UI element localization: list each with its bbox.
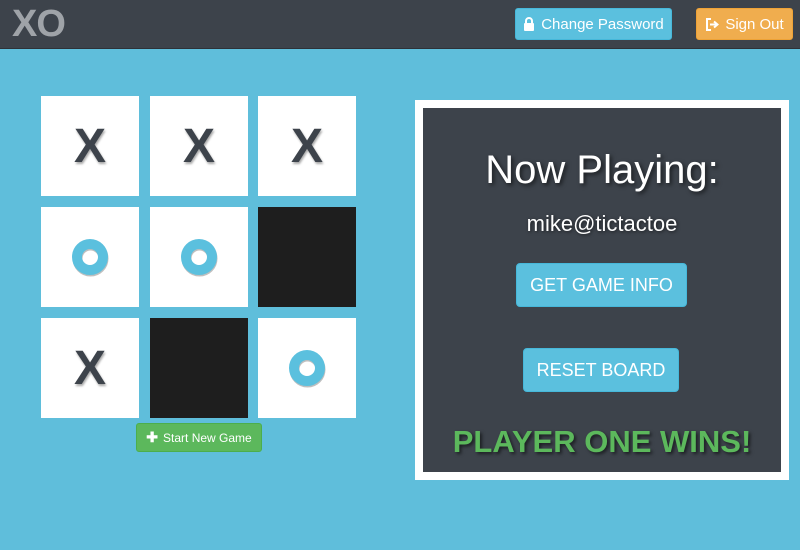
plus-icon: ✚ [146,429,159,445]
app-logo: XO [12,3,66,45]
board-cell-1[interactable]: X [150,96,248,196]
sign-out-button[interactable]: Sign Out [696,8,793,40]
x-mark: X [73,119,106,173]
o-mark [289,350,326,388]
x-mark: X [290,119,323,173]
get-game-info-button[interactable]: GET GAME INFO [516,263,687,307]
navbar: XO Change Password Sign Out [0,0,800,49]
sign-out-icon [706,17,720,31]
board-cell-0[interactable]: X [41,96,139,196]
start-new-game-button[interactable]: ✚ Start New Game [136,423,262,452]
lock-icon [524,17,535,31]
change-password-label: Change Password [541,15,664,33]
reset-board-button[interactable]: RESET BOARD [523,348,679,392]
game-result-text: PLAYER ONE WINS! [452,424,752,459]
game-status-panel: Now Playing: mike@tictactoe GET GAME INF… [415,100,789,480]
o-mark [181,239,218,277]
x-mark: X [182,119,215,173]
board-cell-3[interactable] [41,207,139,307]
o-mark [72,239,109,277]
board-cell-2[interactable]: X [258,96,356,196]
now-playing-heading: Now Playing: [485,148,719,192]
board-cell-5[interactable] [258,207,356,307]
start-new-game-label: Start New Game [163,430,252,445]
board-cell-7[interactable] [150,318,248,418]
board-cell-8[interactable] [258,318,356,418]
x-mark: X [73,341,106,395]
sign-out-label: Sign Out [725,15,784,33]
change-password-button[interactable]: Change Password [515,8,672,40]
board-cell-4[interactable] [150,207,248,307]
current-player-email: mike@tictactoe [526,211,678,236]
board-cell-6[interactable]: X [41,318,139,418]
